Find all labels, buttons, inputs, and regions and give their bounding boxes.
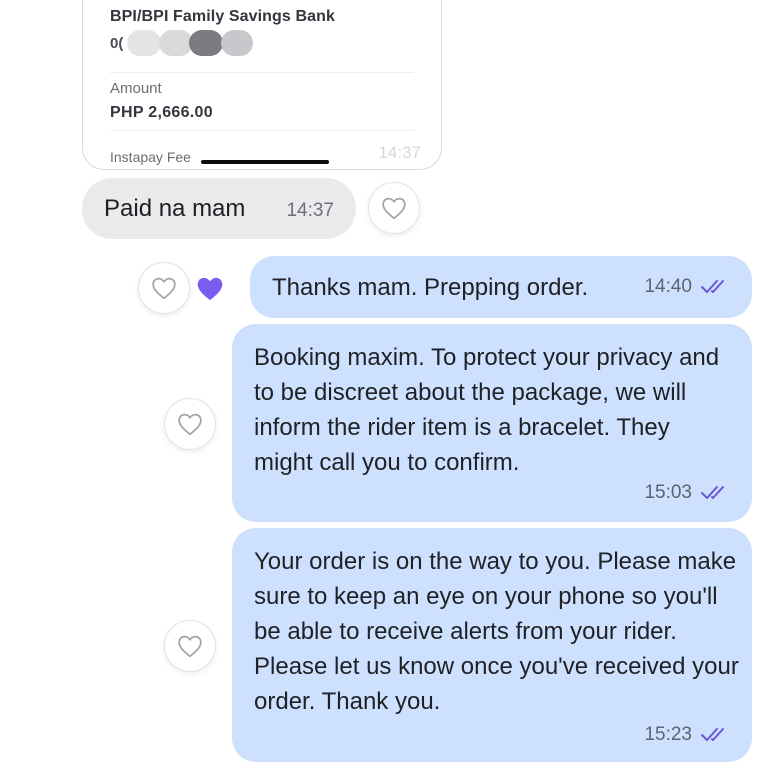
message-text: Thanks mam. Prepping order.: [272, 274, 589, 301]
double-check-icon: [701, 486, 724, 499]
amount-value: PHP 2,666.00: [110, 104, 213, 121]
message-text: Paid na mam: [104, 195, 246, 222]
redaction-blob: [189, 30, 223, 56]
message-timestamp: 15:23: [644, 724, 692, 745]
incoming-message-bubble[interactable]: Paid na mam 14:37: [82, 178, 356, 239]
message-text: Your order is on the way to you. Please …: [254, 548, 739, 715]
react-button[interactable]: [138, 262, 190, 314]
message-timestamp: 15:03: [644, 482, 692, 503]
message-meta: 15:23: [644, 724, 730, 746]
outgoing-message-bubble[interactable]: Booking maxim. To protect your privacy a…: [232, 324, 752, 522]
message-meta: 15:03: [644, 482, 730, 504]
heart-outline-icon: [178, 413, 202, 436]
redaction-blob: [127, 30, 161, 56]
account-number-prefix: 0(: [110, 35, 124, 52]
amount-label: Amount: [110, 80, 162, 97]
instapay-fee-label: Instapay Fee: [110, 149, 191, 165]
heart-outline-icon: [152, 277, 176, 300]
react-button[interactable]: [164, 620, 216, 672]
react-button[interactable]: [164, 398, 216, 450]
bank-name: BPI/BPI Family Savings Bank: [110, 8, 335, 25]
receipt-timestamp: 14:37: [378, 143, 421, 162]
receipt-divider: [110, 130, 414, 131]
redaction-blob: [159, 30, 193, 56]
message-meta: 14:40: [644, 276, 730, 298]
outgoing-message-bubble[interactable]: Your order is on the way to you. Please …: [232, 528, 752, 762]
heart-filled-icon: [197, 277, 223, 300]
heart-reaction-badge[interactable]: [190, 270, 230, 306]
message-timestamp: 14:37: [286, 200, 334, 221]
redaction-blob: [221, 30, 253, 56]
heart-outline-icon: [178, 635, 202, 658]
double-check-icon: [701, 280, 724, 293]
receipt-divider: [110, 72, 414, 73]
double-check-icon: [701, 728, 724, 741]
outgoing-message-bubble[interactable]: Thanks mam. Prepping order. 14:40: [250, 256, 752, 318]
redaction-bar: [201, 160, 329, 164]
transfer-receipt-card[interactable]: BPI/BPI Family Savings Bank 0( Amount PH…: [82, 0, 442, 170]
message-timestamp: 14:40: [644, 276, 692, 297]
react-button[interactable]: [368, 182, 420, 234]
message-text: Booking maxim. To protect your privacy a…: [254, 344, 720, 476]
heart-outline-icon: [382, 197, 406, 220]
